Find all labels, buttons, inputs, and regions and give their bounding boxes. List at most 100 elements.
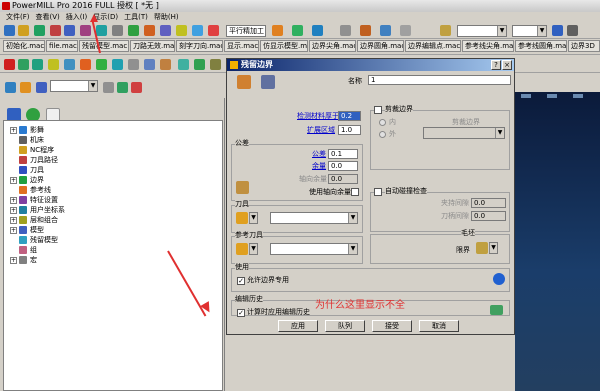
tree-item[interactable]: + 用户坐标系 [10,205,65,215]
history-icon[interactable] [490,305,503,315]
reorder-icon[interactable] [210,59,221,70]
queue-button[interactable]: 队列 [325,320,365,332]
open-icon[interactable] [18,25,29,36]
pattern-icon[interactable] [96,25,107,36]
copy-icon[interactable] [18,59,29,70]
verify-icon[interactable] [176,25,187,36]
macro-button-8[interactable]: 边界圆角.mac [357,40,404,52]
tool-select-combo[interactable]: ▼ [270,212,358,224]
detect-thickness-input[interactable]: 0.2 [338,111,361,121]
menu-file[interactable]: 文件(F) [6,13,30,21]
macro-button-3[interactable]: 刀路无效.mac [130,40,175,52]
iso-icon[interactable] [131,82,142,93]
chevron-down-icon[interactable]: ▼ [88,81,97,91]
tree-item[interactable]: + 层和组合 [10,215,58,225]
menu-view[interactable]: 查看(V) [36,13,60,21]
apply-button[interactable]: 应用 [278,320,318,332]
stock-combo[interactable]: ▼ [489,242,498,254]
cancel-button[interactable]: 取消 [419,320,459,332]
info-icon[interactable] [493,273,505,285]
graphics-viewport[interactable] [515,92,600,391]
pan-icon[interactable] [400,25,411,36]
copy-icon[interactable] [261,75,275,89]
macro-button-11[interactable]: 参考线圆角.mac [515,40,567,52]
view-filter-combo[interactable]: ▼ [50,80,98,92]
macro-button-12[interactable]: 边界3D [568,40,600,52]
tool-holder-icon[interactable] [236,181,249,194]
view-icon[interactable] [117,82,128,93]
tool-icon[interactable] [236,212,248,224]
menu-tools[interactable]: 工具(T) [124,13,148,21]
shade-icon[interactable] [312,25,323,36]
auto-collision-checkbox[interactable] [374,188,382,196]
toolpath-icon[interactable] [128,25,139,36]
merge-icon[interactable] [112,59,123,70]
tree-item[interactable]: 刀具 [10,165,44,175]
view-icon[interactable] [292,25,303,36]
tree-item[interactable]: 组 [10,245,37,255]
expand-area-label[interactable]: 扩展区域 [307,126,335,135]
ref-tool-icon[interactable] [236,243,248,255]
allowance-label[interactable]: 余量 [312,162,326,171]
settings-icon[interactable] [552,25,563,36]
expand-icon[interactable]: + [10,176,17,184]
chevron-down-icon[interactable]: ▼ [489,243,497,253]
options-icon[interactable] [567,25,578,36]
chevron-down-icon[interactable]: ▼ [249,244,257,254]
menu-help[interactable]: 帮助(H) [154,13,179,21]
macro-button-9[interactable]: 边界编辑点.mac [405,40,461,52]
expand-icon[interactable]: + [10,196,17,204]
limit-icon[interactable] [194,59,205,70]
expand-icon[interactable]: + [10,256,17,264]
zoom-icon[interactable] [380,25,391,36]
expand-area-input[interactable]: 1.0 [338,125,361,135]
chevron-down-icon[interactable]: ▼ [348,244,357,254]
zoom-fit-icon[interactable] [103,82,114,93]
home-icon[interactable] [5,82,16,93]
tree-item[interactable]: + 宏 [10,255,37,265]
tree-item[interactable]: 参考线 [10,185,51,195]
chevron-down-icon[interactable]: ▼ [348,213,357,223]
tool-type-combo[interactable]: ▼ [249,212,258,224]
chevron-down-icon[interactable]: ▼ [249,213,257,223]
menu-insert[interactable]: 插入(I) [66,13,88,21]
macro-button-1[interactable]: file.mac [46,40,78,52]
expand-icon[interactable]: + [10,206,17,214]
refresh-icon[interactable] [34,25,45,36]
ref-tool-type-combo[interactable]: ▼ [249,243,258,255]
detect-thickness-label[interactable]: 检测材料厚于 [297,112,339,121]
calc-icon[interactable] [272,25,283,36]
tolerance-label[interactable]: 公差 [312,150,326,159]
folder-icon[interactable] [20,82,31,93]
tree-item[interactable]: NC程序 [10,145,54,155]
macro-button-5[interactable]: 显示.mac [224,40,259,52]
help-icon[interactable]: ? [491,60,501,70]
save-icon[interactable] [4,25,15,36]
tree-item[interactable]: 残留模型 [10,235,58,245]
macro-button-7[interactable]: 边界尖角.mac [309,40,356,52]
point-icon[interactable] [160,59,171,70]
expand-icon[interactable]: + [10,126,17,134]
transform-icon[interactable] [32,59,43,70]
accept-button[interactable]: 接受 [372,320,412,332]
block-icon[interactable] [50,25,61,36]
macro-button-2[interactable]: 残留模型.mac [79,40,129,52]
curve-icon[interactable] [144,59,155,70]
toolpath-strategy-combo[interactable]: 平行精加工 [226,25,266,37]
region-icon[interactable] [178,59,189,70]
tree-item[interactable]: + 模型 [10,225,44,235]
chevron-down-icon[interactable]: ▼ [537,26,546,36]
use-axial-checkbox[interactable] [351,188,359,196]
tree-item[interactable]: + 特征设置 [10,195,58,205]
name-input[interactable]: 1 [368,75,511,85]
boundary-icon[interactable] [80,25,91,36]
macro-button-0[interactable]: 初始化.mac [3,40,45,52]
wire-icon[interactable] [340,25,351,36]
trim-checkbox[interactable] [374,106,382,114]
tree-item[interactable]: 刀具路径 [10,155,58,165]
macro-button-10[interactable]: 参考线尖角.mac [462,40,514,52]
tree-item[interactable]: + 边界 [10,175,44,185]
offset-icon[interactable] [96,59,107,70]
ref-tool-select-combo[interactable]: ▼ [270,243,358,255]
feature-icon[interactable] [112,25,123,36]
